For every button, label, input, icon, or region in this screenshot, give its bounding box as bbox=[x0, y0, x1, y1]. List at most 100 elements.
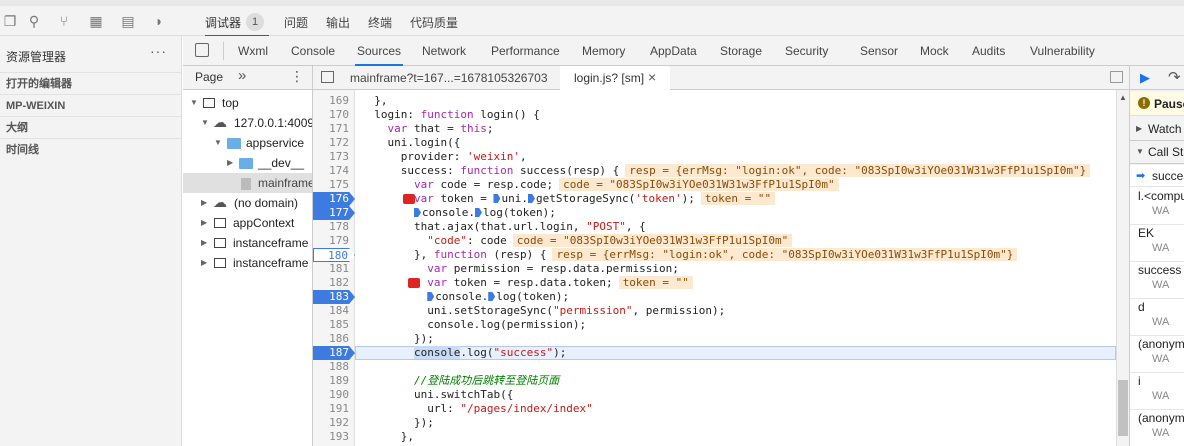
tab-storage[interactable]: Storage bbox=[720, 44, 762, 58]
frame-name: d bbox=[1138, 300, 1145, 314]
callstack-frame[interactable]: success WA bbox=[1130, 263, 1184, 299]
section-mp-weixin[interactable]: MP-WEIXIN bbox=[0, 94, 182, 116]
code-line: provider: 'weixin', bbox=[361, 150, 527, 163]
callstack-frame[interactable]: l.<computed> WA bbox=[1130, 189, 1184, 225]
exec-marker-icon[interactable] bbox=[527, 194, 535, 203]
frame-location: WA bbox=[1152, 279, 1170, 291]
tab-wxml[interactable]: Wxml bbox=[238, 44, 268, 58]
file-icon bbox=[241, 178, 251, 190]
callstack-frame[interactable]: (anonymous) WA bbox=[1130, 411, 1184, 446]
debugger-controls: ▶ ↷ bbox=[1130, 66, 1184, 90]
callstack-frame[interactable]: (anonymous) WA bbox=[1130, 337, 1184, 373]
tree-label: mainframe bbox=[258, 176, 313, 190]
tab-output[interactable]: 输出 bbox=[326, 14, 350, 31]
callstack-frame[interactable]: d WA bbox=[1130, 300, 1184, 336]
frame-location: WA bbox=[1152, 390, 1170, 402]
code-line: that.ajax(that.url.login, "POST", { bbox=[361, 220, 646, 233]
chevron-right-icon: ▶ bbox=[1136, 124, 1143, 133]
callstack-frame[interactable]: i WA bbox=[1130, 374, 1184, 410]
files-icon[interactable]: ❐ bbox=[2, 13, 18, 29]
tree-item-appcontext[interactable]: ▶ appContext bbox=[183, 213, 312, 233]
chevron-down-icon: ▼ bbox=[190, 98, 198, 107]
tab-sensor[interactable]: Sensor bbox=[860, 44, 898, 58]
exec-marker-icon[interactable] bbox=[493, 194, 501, 203]
exec-marker-icon[interactable] bbox=[427, 292, 435, 301]
code-line: url: "/pages/index/index" bbox=[361, 402, 593, 415]
tab-security[interactable]: Security bbox=[785, 44, 828, 58]
frame-icon bbox=[214, 218, 226, 228]
folder-icon bbox=[227, 138, 241, 149]
tab-network[interactable]: Network bbox=[422, 44, 466, 58]
info-icon: ! bbox=[1138, 97, 1150, 109]
section-open-editors[interactable]: 打开的编辑器 bbox=[0, 72, 182, 94]
chevron-right-icon: ▶ bbox=[201, 218, 208, 227]
inspect-element-icon[interactable] bbox=[195, 43, 209, 57]
tab-terminal[interactable]: 终端 bbox=[368, 14, 392, 31]
callstack-frame[interactable]: ➡ success bbox=[1130, 167, 1184, 187]
code-line: }); bbox=[361, 416, 434, 429]
resume-icon[interactable]: ▶ bbox=[1140, 70, 1150, 86]
code-editor[interactable]: 169 170 171 172 173 174 175 176 177 178 179 180 181 1… bbox=[313, 90, 1116, 446]
step-over-icon[interactable]: ↷ bbox=[1168, 68, 1181, 86]
tree-item-dev[interactable]: ▶ __dev__ bbox=[183, 153, 312, 173]
scroll-up-icon[interactable]: ▲ bbox=[1119, 93, 1127, 102]
storage-icon[interactable]: ▤ bbox=[120, 13, 136, 29]
tab-debugger[interactable]: 调试器 bbox=[205, 14, 270, 37]
tree-label: instanceframe bbox=[233, 236, 309, 250]
docker-icon[interactable]: ◗ bbox=[151, 13, 167, 29]
tree-item-instanceframe-2[interactable]: ▶ instanceframe bbox=[183, 253, 312, 273]
tree-item-no-domain[interactable]: ▶ ☁ (no domain) bbox=[183, 193, 312, 213]
section-outline[interactable]: 大纲 bbox=[0, 116, 182, 138]
tab-performance[interactable]: Performance bbox=[491, 44, 560, 58]
tab-vulnerability[interactable]: Vulnerability bbox=[1030, 44, 1095, 58]
tab-console[interactable]: Console bbox=[291, 44, 335, 58]
scroll-thumb[interactable] bbox=[1118, 380, 1128, 436]
frame-name: (anonymous) bbox=[1138, 337, 1184, 351]
tab-sources[interactable]: Sources bbox=[354, 44, 404, 66]
frame-icon bbox=[214, 258, 226, 268]
tab-appdata[interactable]: AppData bbox=[650, 44, 697, 58]
tab-code-quality[interactable]: 代码质量 bbox=[410, 14, 458, 31]
editor-scrollbar[interactable]: ▲ bbox=[1116, 90, 1129, 446]
editor-tabbar: mainframe?t=167...=1678105326703 login.j… bbox=[313, 66, 1129, 90]
inline-value: code = "083SpI0w3iYOe031W31w3FfP1u1SpI0m… bbox=[559, 178, 839, 191]
tree-item-mainframe[interactable]: mainframe bbox=[183, 173, 313, 193]
chevron-right-icon: ▶ bbox=[201, 258, 208, 267]
tree-item-top[interactable]: ▼ top bbox=[183, 93, 312, 113]
frame-name: EK bbox=[1138, 226, 1155, 240]
more-tabs-icon[interactable]: » bbox=[238, 67, 246, 84]
paused-banner: ! Paused bbox=[1130, 92, 1184, 116]
toggle-debugger-icon[interactable] bbox=[1110, 71, 1123, 83]
exec-marker-icon[interactable] bbox=[488, 292, 496, 301]
exec-marker-icon[interactable] bbox=[474, 208, 482, 217]
section-timeline[interactable]: 时间线 bbox=[0, 138, 182, 160]
code-line: }, bbox=[361, 94, 388, 107]
tab-mock[interactable]: Mock bbox=[920, 44, 949, 58]
tab-audits[interactable]: Audits bbox=[972, 44, 1005, 58]
tree-item-appservice[interactable]: ▼ appservice bbox=[183, 133, 312, 153]
toggle-navigator-icon[interactable] bbox=[321, 71, 334, 83]
tree-item-localhost[interactable]: ▼ ☁ 127.0.0.1:40094 bbox=[183, 113, 312, 133]
callstack-frame[interactable]: EK WA bbox=[1130, 226, 1184, 262]
code-line: }, bbox=[361, 430, 414, 443]
extensions-icon[interactable]: ▦ bbox=[88, 13, 104, 29]
more-actions-button[interactable]: ··· bbox=[150, 43, 167, 59]
kebab-menu-icon[interactable]: ⋮ bbox=[290, 68, 304, 85]
watch-section[interactable]: ▶ Watch bbox=[1130, 119, 1184, 141]
tab-memory[interactable]: Memory bbox=[582, 44, 625, 58]
tab-problems[interactable]: 问题 bbox=[284, 14, 308, 31]
debugger-sidebar: ▶ ↷ ! Paused ▶ Watch ▼ Call Stack ➡ succe… bbox=[1129, 66, 1184, 446]
exec-marker-icon[interactable] bbox=[413, 208, 421, 217]
explorer-panel: 资源管理器 ··· 打开的编辑器 MP-WEIXIN 大纲 时间线 bbox=[0, 36, 182, 446]
paused-label: Paused bbox=[1154, 97, 1184, 111]
editor-tab-login-active[interactable]: login.js? [sm] × bbox=[560, 66, 670, 90]
source-control-icon[interactable]: ⑂ bbox=[56, 13, 72, 29]
close-icon[interactable]: × bbox=[648, 69, 656, 85]
tree-item-instanceframe[interactable]: ▶ instanceframe bbox=[183, 233, 312, 253]
search-icon[interactable]: ⚲ bbox=[26, 13, 42, 29]
code-line: console.log(permission); bbox=[361, 318, 587, 331]
editor-tab-mainframe[interactable]: mainframe?t=167...=1678105326703 bbox=[350, 71, 548, 85]
tab-page[interactable]: Page bbox=[195, 70, 223, 84]
callstack-section[interactable]: ▼ Call Stack bbox=[1130, 142, 1184, 164]
code-line: }, function (resp) {resp = {errMsg: "log… bbox=[361, 248, 1018, 262]
